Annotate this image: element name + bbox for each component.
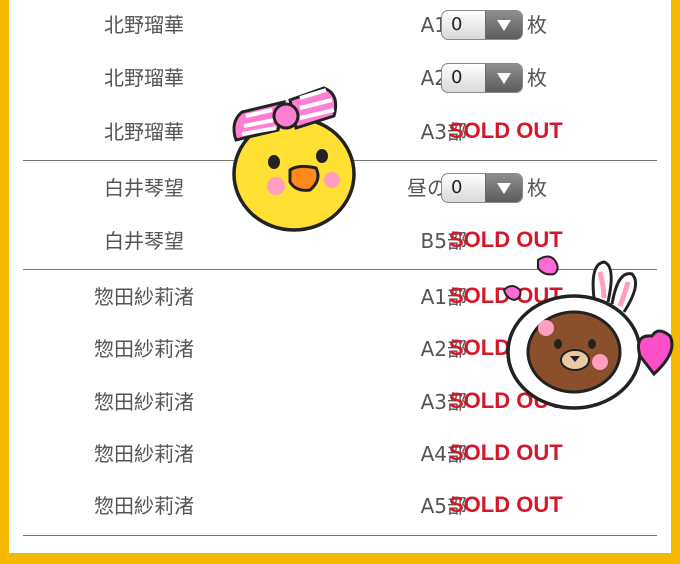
member-name: 惣田紗莉渚: [94, 494, 194, 518]
unit-label: 枚: [527, 176, 547, 200]
chevron-down-icon: [497, 20, 511, 31]
dropdown-button[interactable]: [485, 64, 522, 92]
chevron-down-icon: [497, 183, 511, 194]
chick-sticker-icon: [232, 86, 356, 232]
unit-label: 枚: [527, 13, 547, 37]
sold-out-label: SOLD OUT: [449, 118, 563, 143]
quantity-select[interactable]: 0: [441, 63, 523, 93]
sold-out-label: SOLD OUT: [449, 492, 563, 517]
table-row: 惣田紗莉渚 A5部 SOLD OUT: [9, 486, 671, 526]
quantity-value: 0: [451, 177, 463, 198]
member-name: 北野瑠華: [104, 13, 184, 37]
quantity-value: 0: [451, 14, 463, 35]
bear-sticker-icon: [502, 255, 674, 410]
table-row: 惣田紗莉渚 A4部 SOLD OUT: [9, 434, 671, 474]
quantity-select[interactable]: 0: [441, 173, 523, 203]
member-name: 惣田紗莉渚: [94, 442, 194, 466]
member-name: 惣田紗莉渚: [94, 390, 194, 414]
dropdown-button[interactable]: [485, 11, 522, 39]
member-name: 惣田紗莉渚: [94, 285, 194, 309]
sold-out-label: SOLD OUT: [449, 440, 563, 465]
member-name: 惣田紗莉渚: [94, 337, 194, 361]
table-row: 北野瑠華 A1部 0 枚: [9, 5, 671, 45]
quantity-select[interactable]: 0: [441, 10, 523, 40]
divider: [23, 535, 657, 536]
sold-out-label: SOLD OUT: [449, 227, 563, 252]
chevron-down-icon: [497, 73, 511, 84]
dropdown-button[interactable]: [485, 174, 522, 202]
quantity-value: 0: [451, 67, 463, 88]
unit-label: 枚: [527, 66, 547, 90]
